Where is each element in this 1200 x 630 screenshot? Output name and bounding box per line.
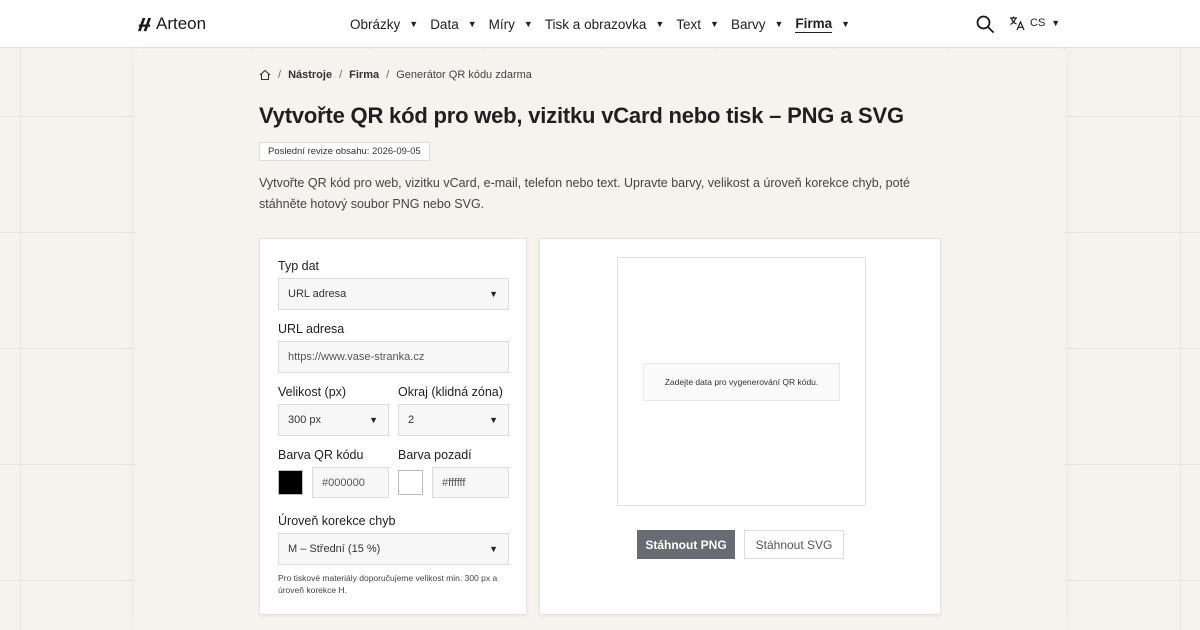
nav-item-label: Barvy <box>730 16 766 32</box>
qr-color-swatch[interactable] <box>278 470 303 495</box>
nav-item-firma[interactable]: Firma ▼ <box>795 0 850 48</box>
qr-preview-panel: Zadejte data pro vygenerování QR kódu. S… <box>539 238 941 615</box>
nav-item-barvy[interactable]: Barvy ▼ <box>731 0 783 48</box>
qr-preview-frame: Zadejte data pro vygenerování QR kódu. <box>617 257 866 506</box>
breadcrumb-item-nastroje[interactable]: Nástroje <box>288 69 332 81</box>
qr-color-label: Barva QR kódu <box>278 448 364 462</box>
nav-item-label: Firma <box>795 15 833 33</box>
caret-down-icon: ▼ <box>710 19 719 29</box>
nav-item-obrazky[interactable]: Obrázky ▼ <box>350 0 418 48</box>
language-switcher[interactable]: CS ▼ <box>1009 15 1060 31</box>
data-type-label: Typ dat <box>278 259 319 273</box>
caret-down-icon: ▼ <box>1051 18 1061 28</box>
url-value: https://www.vase-stranka.cz <box>288 351 425 363</box>
logo[interactable]: Arteon <box>137 14 206 34</box>
language-code: CS <box>1030 17 1046 29</box>
intro-text: Vytvořte QR kód pro web, vizitku vCard, … <box>259 176 910 211</box>
translate-icon <box>1010 16 1025 31</box>
main-content: / Nástroje / Firma / Generátor QR kódu z… <box>135 49 1065 630</box>
download-png-button[interactable]: Stáhnout PNG <box>637 530 735 559</box>
ecc-select[interactable]: M – Střední (15 %) ▼ <box>278 533 509 565</box>
nav-item-miry[interactable]: Míry ▼ <box>489 0 533 48</box>
logo-icon <box>137 17 152 31</box>
nav-item-label: Míry <box>488 16 515 32</box>
breadcrumb-separator: / <box>339 69 343 81</box>
main-nav: Obrázky ▼ Data ▼ Míry ▼ Tisk a obrazovka… <box>350 0 862 48</box>
breadcrumb-separator: / <box>278 69 282 81</box>
margin-value: 2 <box>408 414 415 426</box>
size-label: Velikost (px) <box>278 385 347 399</box>
caret-down-icon: ▼ <box>489 544 498 554</box>
data-type-select[interactable]: URL adresa ▼ <box>278 278 509 310</box>
breadcrumb-item-current: Generátor QR kódu zdarma <box>396 69 532 81</box>
caret-down-icon: ▼ <box>489 289 498 299</box>
home-icon[interactable] <box>259 69 271 81</box>
nav-item-label: Tisk a obrazovka <box>544 16 647 32</box>
page-title: Vytvořte QR kód pro web, vizitku vCard n… <box>259 103 904 128</box>
breadcrumb-item-firma[interactable]: Firma <box>349 69 379 81</box>
size-select[interactable]: 300 px ▼ <box>278 404 389 436</box>
nav-item-data[interactable]: Data ▼ <box>430 0 476 48</box>
url-label: URL adresa <box>278 322 345 336</box>
caret-down-icon: ▼ <box>774 19 784 29</box>
search-icon[interactable] <box>976 15 994 33</box>
top-navigation-bar: Arteon Obrázky ▼ Data ▼ Míry ▼ Tisk a ob… <box>0 0 1200 48</box>
data-type-value: URL adresa <box>288 288 347 300</box>
caret-down-icon: ▼ <box>523 19 533 29</box>
margin-label: Okraj (klidná zóna) <box>398 385 503 399</box>
breadcrumb-separator: / <box>386 69 390 81</box>
caret-down-icon: ▼ <box>841 19 851 29</box>
bg-color-label: Barva pozadí <box>398 448 472 462</box>
qr-color-input[interactable]: #000000 <box>312 467 389 498</box>
nav-item-tisk-a-obrazovka[interactable]: Tisk a obrazovka ▼ <box>545 0 664 48</box>
qr-placeholder-message: Zadejte data pro vygenerování QR kódu. <box>643 363 840 401</box>
size-value: 300 px <box>288 414 322 426</box>
caret-down-icon: ▼ <box>467 19 477 29</box>
caret-down-icon: ▼ <box>489 415 498 425</box>
ecc-label: Úroveň korekce chyb <box>278 514 396 528</box>
nav-item-label: Obrázky <box>350 16 401 32</box>
nav-item-label: Text <box>676 16 702 32</box>
bg-color-input[interactable]: #ffffff <box>432 467 509 498</box>
form-hint: Pro tiskové materiály doporučujeme velik… <box>278 573 498 595</box>
revision-badge: Poslední revize obsahu: 2026-09-05 <box>259 142 430 161</box>
url-input[interactable]: https://www.vase-stranka.cz <box>278 341 509 373</box>
caret-down-icon: ▼ <box>655 19 665 29</box>
breadcrumb: / Nástroje / Firma / Generátor QR kódu z… <box>259 69 532 81</box>
logo-text: Arteon <box>156 14 207 33</box>
ecc-value: M – Střední (15 %) <box>288 543 381 555</box>
bg-color-swatch[interactable] <box>398 470 423 495</box>
qr-settings-form: Typ dat URL adresa ▼ URL adresa https://… <box>259 238 527 615</box>
caret-down-icon: ▼ <box>409 19 419 29</box>
qr-color-value: #000000 <box>322 476 365 489</box>
nav-item-text[interactable]: Text ▼ <box>676 0 719 48</box>
caret-down-icon: ▼ <box>369 415 378 425</box>
margin-select[interactable]: 2 ▼ <box>398 404 509 436</box>
download-svg-button[interactable]: Stáhnout SVG <box>744 530 844 559</box>
bg-color-value: #ffffff <box>442 476 466 489</box>
nav-item-label: Data <box>430 16 459 32</box>
